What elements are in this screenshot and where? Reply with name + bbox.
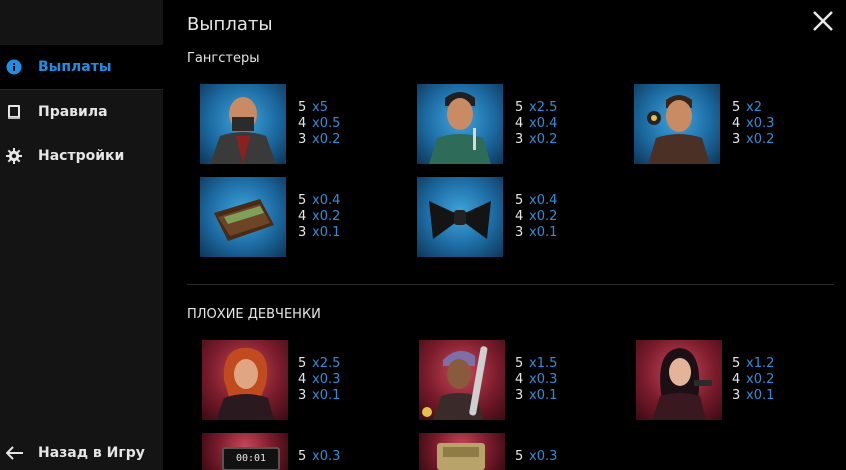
pay-multiplier: x0.1 xyxy=(312,388,341,403)
pay-multiplier: x0.2 xyxy=(746,372,775,387)
close-button[interactable] xyxy=(812,10,834,32)
wallet-symbol xyxy=(200,177,286,257)
pay-count: 4 xyxy=(298,209,307,224)
pay-count: 5 xyxy=(298,356,307,371)
sidebar-item-label: Выплаты xyxy=(38,59,112,75)
pay-count: 5 xyxy=(298,193,307,208)
pay-count: 5 xyxy=(515,449,524,464)
sidebar-item-label: Настройки xyxy=(38,148,125,164)
knife-gangster-symbol xyxy=(417,84,503,164)
info-icon xyxy=(6,59,22,75)
sidebar-item-label: Правила xyxy=(38,104,108,120)
book-icon xyxy=(6,104,22,120)
pay-multiplier: x5 xyxy=(312,100,328,115)
pay-count: 3 xyxy=(515,388,524,403)
pay-count: 4 xyxy=(732,372,741,387)
paytable: 5 x2.5 4 x0.3 3 x0.1 xyxy=(298,356,368,404)
pay-count: 4 xyxy=(732,116,741,131)
back-label: Назад в Игру xyxy=(38,445,145,461)
paytable: 5 x0.3 xyxy=(298,449,368,465)
pay-multiplier: x2 xyxy=(746,100,762,115)
pay-multiplier: x0.2 xyxy=(529,209,558,224)
pay-multiplier: x0.4 xyxy=(529,116,558,131)
pay-count: 4 xyxy=(515,209,524,224)
pay-count: 4 xyxy=(298,372,307,387)
arrow-left-icon xyxy=(6,446,24,460)
gun-girl-symbol xyxy=(636,340,722,420)
pay-multiplier: x0.1 xyxy=(529,388,558,403)
cash-symbol xyxy=(419,433,505,470)
paytable: 5 x1.2 4 x0.2 3 x0.1 xyxy=(732,356,802,404)
pay-multiplier: x0.3 xyxy=(529,372,558,387)
redhead-girl-symbol xyxy=(202,340,288,420)
paytable: 5 x5 4 x0.5 3 x0.2 xyxy=(298,100,368,148)
pay-multiplier: x0.1 xyxy=(312,225,341,240)
paytable: 5 x1.5 4 x0.3 3 x0.1 xyxy=(515,356,585,404)
pay-count: 4 xyxy=(298,116,307,131)
sidebar-item-settings[interactable]: Настройки xyxy=(0,134,163,178)
pay-multiplier: x0.5 xyxy=(312,116,341,131)
pay-count: 3 xyxy=(298,225,307,240)
bald-gangster-symbol xyxy=(200,84,286,164)
pay-count: 4 xyxy=(515,372,524,387)
paytable: 5 x2.5 4 x0.4 3 x0.2 xyxy=(515,100,585,148)
gear-icon xyxy=(6,148,22,164)
pay-multiplier: x1.5 xyxy=(529,356,558,371)
pay-count: 3 xyxy=(298,388,307,403)
chip-gangster-symbol xyxy=(634,84,720,164)
paytable: 5 x0.4 4 x0.2 3 x0.1 xyxy=(515,193,585,241)
pay-multiplier: x2.5 xyxy=(529,100,558,115)
pay-multiplier: x0.1 xyxy=(529,225,558,240)
paytable: 5 x0.4 4 x0.2 3 x0.1 xyxy=(298,193,368,241)
paytable: 5 x0.3 xyxy=(515,449,585,465)
pay-count: 5 xyxy=(515,100,524,115)
pay-count: 5 xyxy=(298,449,307,464)
pay-count: 3 xyxy=(515,132,524,147)
pay-count: 5 xyxy=(515,356,524,371)
pay-multiplier: x0.3 xyxy=(746,116,775,131)
pay-multiplier: x0.3 xyxy=(529,449,558,464)
paytable: 5 x2 4 x0.3 3 x0.2 xyxy=(732,100,802,148)
pay-count: 5 xyxy=(732,100,741,115)
pay-multiplier: x0.2 xyxy=(529,132,558,147)
close-icon xyxy=(813,11,833,31)
back-to-game-button[interactable]: Назад в Игру xyxy=(0,436,163,470)
bowtie-symbol xyxy=(417,177,503,257)
pay-count: 5 xyxy=(298,100,307,115)
pay-multiplier: x0.2 xyxy=(746,132,775,147)
pay-multiplier: x0.3 xyxy=(312,372,341,387)
timer-text: 00:01 xyxy=(235,453,267,464)
sidebar-item-payouts[interactable]: Выплаты xyxy=(0,45,163,89)
section-divider xyxy=(187,284,834,285)
pay-multiplier: x0.1 xyxy=(746,388,775,403)
sidebar: Выплаты Правила Настройки Назад в Игру xyxy=(0,0,163,470)
timer-symbol: 00:01 xyxy=(202,433,288,470)
pay-multiplier: x0.3 xyxy=(312,449,341,464)
pay-count: 3 xyxy=(515,225,524,240)
pay-multiplier: x0.4 xyxy=(529,193,558,208)
pay-count: 3 xyxy=(732,388,741,403)
pay-count: 3 xyxy=(298,132,307,147)
pay-multiplier: x0.2 xyxy=(312,132,341,147)
timer-display: 00:01 xyxy=(222,447,280,470)
section-title-bad-girls: ПЛОХИЕ ДЕВЧЕНКИ xyxy=(187,307,321,322)
pay-count: 4 xyxy=(515,116,524,131)
pay-count: 3 xyxy=(732,132,741,147)
pay-count: 5 xyxy=(515,193,524,208)
pay-multiplier: x1.2 xyxy=(746,356,775,371)
pay-count: 5 xyxy=(732,356,741,371)
page-title: Выплаты xyxy=(187,14,273,35)
pay-multiplier: x2.5 xyxy=(312,356,341,371)
pay-multiplier: x0.2 xyxy=(312,209,341,224)
section-title-gangsters: Гангстеры xyxy=(187,51,260,66)
sidebar-item-rules[interactable]: Правила xyxy=(0,90,163,134)
pay-multiplier: x0.4 xyxy=(312,193,341,208)
bat-girl-symbol xyxy=(419,340,505,420)
